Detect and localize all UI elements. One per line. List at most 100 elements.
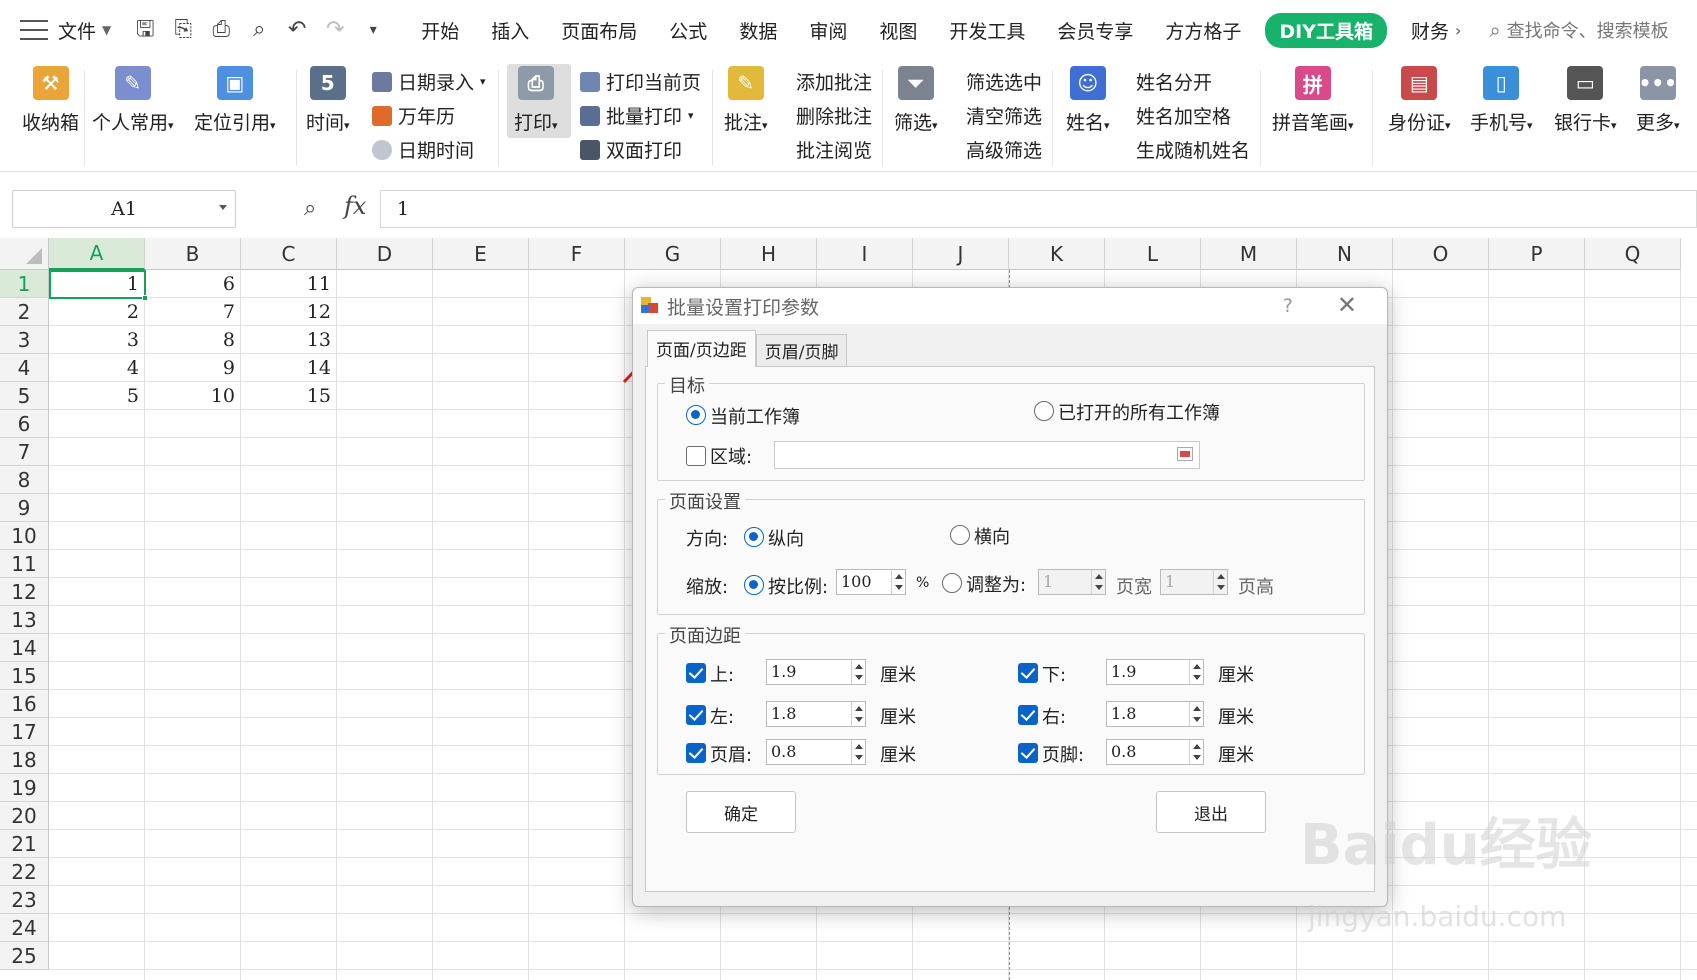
range-picker-icon[interactable] <box>1177 447 1193 461</box>
date-time-button[interactable]: 日期时间 <box>372 136 474 163</box>
tab-insert[interactable]: 插入 <box>475 17 545 44</box>
cell-b1[interactable]: 6 <box>145 270 241 298</box>
batch-print-button[interactable]: 批量打印 ▾ <box>580 102 694 129</box>
filter-selected-button[interactable]: 筛选选中 <box>966 68 1042 95</box>
column-header-i[interactable]: I <box>817 238 913 270</box>
spinner-arrows-icon[interactable] <box>1213 570 1227 594</box>
cell-c4[interactable]: 14 <box>241 354 337 382</box>
clear-filter-button[interactable]: 清空筛选 <box>966 102 1042 129</box>
column-header-n[interactable]: N <box>1297 238 1393 270</box>
main-menu-icon[interactable] <box>20 20 48 40</box>
column-header-l[interactable]: L <box>1105 238 1201 270</box>
spinner-arrows-icon[interactable] <box>851 660 865 684</box>
column-header-o[interactable]: O <box>1393 238 1489 270</box>
tab-page-layout[interactable]: 页面布局 <box>545 17 653 44</box>
current-workbook-radio[interactable] <box>686 405 706 425</box>
header-margin-checkbox[interactable] <box>686 743 706 763</box>
bottom-margin-stepper[interactable]: 1.9 <box>1106 659 1204 685</box>
column-header-h[interactable]: H <box>721 238 817 270</box>
all-workbooks-radio[interactable] <box>1034 401 1054 421</box>
row-header-8[interactable]: 8 <box>0 466 49 494</box>
spinner-arrows-icon[interactable] <box>1189 740 1203 764</box>
command-search[interactable]: ⌕ 查找命令、搜索模板 <box>1489 17 1668 43</box>
row-header-14[interactable]: 14 <box>0 634 49 662</box>
fit-to-radio[interactable] <box>942 573 962 593</box>
row-header-24[interactable]: 24 <box>0 914 49 942</box>
select-all-corner[interactable] <box>0 238 49 270</box>
advanced-filter-button[interactable]: 高级筛选 <box>966 136 1042 163</box>
row-header-1[interactable]: 1 <box>0 270 49 298</box>
locate-ref-button[interactable]: ▣ 定位引用▾ <box>194 66 276 135</box>
top-margin-stepper[interactable]: 1.9 <box>766 659 866 685</box>
right-margin-stepper[interactable]: 1.8 <box>1106 701 1204 727</box>
add-comment-button[interactable]: 添加批注 <box>796 68 872 95</box>
row-header-11[interactable]: 11 <box>0 550 49 578</box>
tab-page-margins[interactable]: 页面/页边距 <box>647 330 756 367</box>
print-current-button[interactable]: 打印当前页 <box>580 68 701 95</box>
row-header-9[interactable]: 9 <box>0 494 49 522</box>
export-icon[interactable]: ⎘ <box>171 18 195 42</box>
filter-button[interactable]: ⏷ 筛选▾ <box>894 66 938 135</box>
pinyin-strokes-button[interactable]: 拼 拼音笔画▾ <box>1272 66 1354 135</box>
name-button[interactable]: ☺ 姓名▾ <box>1066 66 1110 135</box>
row-header-20[interactable]: 20 <box>0 802 49 830</box>
column-header-c[interactable]: C <box>241 238 337 270</box>
bottom-margin-checkbox[interactable] <box>1018 663 1038 683</box>
redo-icon[interactable]: ↷ <box>323 18 347 42</box>
print-preview-icon[interactable]: ⌕ <box>247 18 271 42</box>
cell-c3[interactable]: 13 <box>241 326 337 354</box>
tab-member[interactable]: 会员专享 <box>1041 17 1149 44</box>
ok-button[interactable]: 确定 <box>686 791 796 833</box>
split-name-button[interactable]: 姓名分开 <box>1136 68 1212 95</box>
row-header-17[interactable]: 17 <box>0 718 49 746</box>
bank-card-button[interactable]: ▭ 银行卡▾ <box>1554 66 1617 135</box>
zoom-icon[interactable]: ⌕ <box>304 196 316 221</box>
row-header-16[interactable]: 16 <box>0 690 49 718</box>
chevron-right-icon[interactable]: › <box>1455 21 1461 40</box>
spinner-arrows-icon[interactable] <box>851 740 865 764</box>
right-margin-checkbox[interactable] <box>1018 705 1038 725</box>
name-spacing-button[interactable]: 姓名加空格 <box>1136 102 1231 129</box>
date-entry-button[interactable]: 日期录入 ▾ <box>372 68 486 95</box>
tab-header-footer[interactable]: 页眉/页脚 <box>755 334 848 366</box>
cell-a4[interactable]: 4 <box>49 354 145 382</box>
row-header-10[interactable]: 10 <box>0 522 49 550</box>
undo-icon[interactable]: ↶ <box>285 18 309 42</box>
print-icon[interactable]: ⎙ <box>209 18 233 42</box>
spinner-arrows-icon[interactable] <box>1189 702 1203 726</box>
by-ratio-radio[interactable] <box>744 575 764 595</box>
function-icon[interactable]: fx <box>344 192 366 220</box>
cell-c1[interactable]: 11 <box>241 270 337 298</box>
row-header-21[interactable]: 21 <box>0 830 49 858</box>
footer-margin-stepper[interactable]: 0.8 <box>1106 739 1204 765</box>
help-icon[interactable]: ? <box>1283 295 1293 317</box>
row-header-2[interactable]: 2 <box>0 298 49 326</box>
save-icon[interactable]: 🖫 <box>133 18 157 42</box>
row-header-15[interactable]: 15 <box>0 662 49 690</box>
cell-c5[interactable]: 15 <box>241 382 337 410</box>
tab-view[interactable]: 视图 <box>863 17 933 44</box>
row-header-4[interactable]: 4 <box>0 354 49 382</box>
row-header-5[interactable]: 5 <box>0 382 49 410</box>
spinner-arrows-icon[interactable] <box>1189 660 1203 684</box>
tab-data[interactable]: 数据 <box>723 17 793 44</box>
cell-b4[interactable]: 9 <box>145 354 241 382</box>
cell-b3[interactable]: 8 <box>145 326 241 354</box>
id-card-button[interactable]: ▤ 身份证▾ <box>1388 66 1451 135</box>
spinner-arrows-icon[interactable] <box>1091 570 1105 594</box>
row-header-23[interactable]: 23 <box>0 886 49 914</box>
header-margin-stepper[interactable]: 0.8 <box>766 739 866 765</box>
row-header-25[interactable]: 25 <box>0 942 49 970</box>
cell-a2[interactable]: 2 <box>49 298 145 326</box>
range-input[interactable] <box>774 441 1200 469</box>
cell-a3[interactable]: 3 <box>49 326 145 354</box>
column-header-j[interactable]: J <box>913 238 1009 270</box>
tab-finance[interactable]: 财务 <box>1395 17 1453 44</box>
formula-input[interactable]: 1 <box>380 190 1697 228</box>
more-button[interactable]: ••• 更多▾ <box>1636 66 1680 135</box>
left-margin-stepper[interactable]: 1.8 <box>766 701 866 727</box>
column-header-m[interactable]: M <box>1201 238 1297 270</box>
row-header-19[interactable]: 19 <box>0 774 49 802</box>
calendar-button[interactable]: 万年历 <box>372 102 455 129</box>
ratio-stepper[interactable]: 100 <box>836 569 906 595</box>
